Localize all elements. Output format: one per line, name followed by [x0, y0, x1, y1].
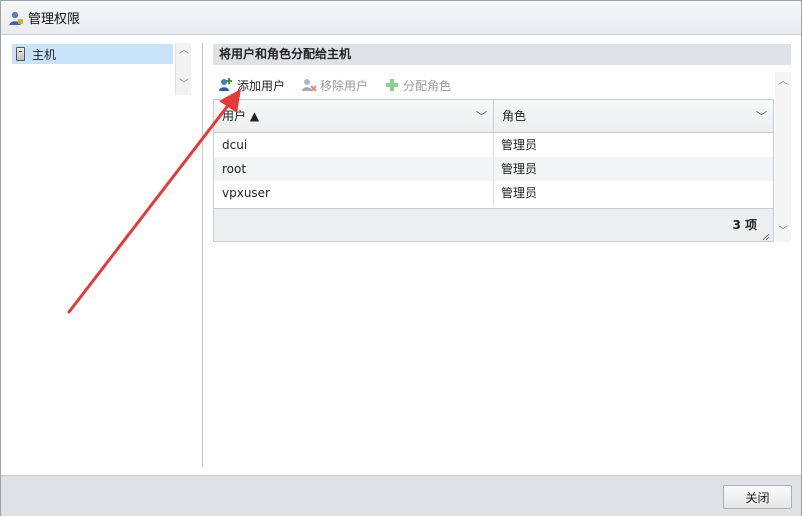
host-icon: [16, 47, 25, 61]
assign-role-label: 分配角色: [403, 78, 452, 93]
tree-scrollbar[interactable]: ︿ ﹀: [175, 43, 191, 95]
table-row[interactable]: root 管理员: [214, 157, 773, 181]
pane-divider[interactable]: [202, 43, 203, 467]
scroll-up-icon[interactable]: ︿: [775, 74, 791, 90]
tree-item-label: 主机: [32, 47, 57, 62]
add-user-label: 添加用户: [237, 78, 286, 93]
remove-user-button[interactable]: 移除用户: [301, 77, 368, 94]
manage-permissions-dialog: 管理权限 主机 ︿ ﹀ 将用户和角色分配给主机 添加用户 移除用户 分配角色 用…: [0, 0, 802, 516]
permissions-grid: 用户 ▲ ﹀ 角色 ﹀ dcui 管理员 root 管理员 vpxuser 管理…: [213, 99, 774, 242]
remove-user-label: 移除用户: [320, 78, 369, 93]
item-count: 3 项: [732, 218, 757, 232]
column-header-label: 用户 ▲: [222, 109, 260, 123]
add-user-icon: [218, 77, 234, 93]
column-header-label: 角色: [502, 109, 527, 123]
dialog-title: 管理权限: [28, 12, 81, 27]
toolbar: 添加用户 移除用户 分配角色: [213, 73, 773, 97]
section-title: 将用户和角色分配给主机: [213, 44, 791, 65]
tree-item-host[interactable]: 主机: [12, 44, 173, 64]
cell-user: root: [214, 157, 494, 181]
cell-role: 管理员: [501, 186, 538, 200]
resize-grip-icon[interactable]: [762, 230, 770, 241]
scroll-down-icon[interactable]: ﹀: [775, 224, 791, 240]
cell-role: 管理员: [501, 162, 538, 176]
cell-user: dcui: [214, 133, 494, 157]
assign-role-button[interactable]: 分配角色: [384, 77, 451, 94]
chevron-down-icon[interactable]: ﹀: [476, 100, 487, 133]
button-bar: 关闭: [1, 475, 801, 516]
cell-role: 管理员: [501, 138, 538, 152]
column-header-user[interactable]: 用户 ▲ ﹀: [214, 100, 494, 133]
chevron-down-icon[interactable]: ﹀: [756, 100, 767, 133]
cell-user: vpxuser: [214, 181, 494, 205]
title-bar: 管理权限: [1, 1, 801, 35]
scroll-down-icon[interactable]: ﹀: [176, 77, 192, 93]
grid-header: 用户 ▲ ﹀ 角色 ﹀: [214, 100, 773, 133]
content-scrollbar[interactable]: ︿ ﹀: [775, 72, 791, 242]
plus-icon: [384, 77, 400, 93]
table-row[interactable]: dcui 管理员: [214, 133, 773, 157]
remove-user-icon: [301, 77, 317, 93]
add-user-button[interactable]: 添加用户: [218, 77, 285, 94]
user-permissions-icon: [8, 10, 24, 26]
scroll-up-icon[interactable]: ︿: [176, 43, 192, 59]
grid-footer: 3 项: [214, 208, 773, 241]
column-header-role[interactable]: 角色 ﹀: [494, 100, 773, 133]
inventory-tree: 主机 ︿ ﹀: [9, 43, 193, 468]
table-row[interactable]: vpxuser 管理员: [214, 181, 773, 205]
close-button[interactable]: 关闭: [723, 485, 792, 509]
